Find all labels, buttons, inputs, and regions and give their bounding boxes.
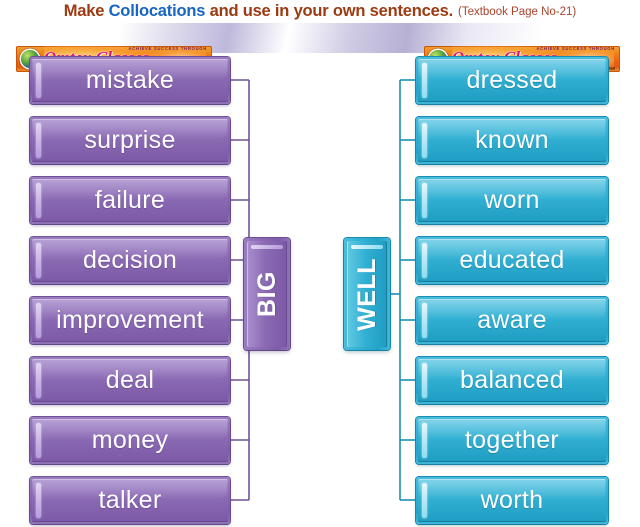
word-label: together	[464, 426, 560, 454]
left-highlight-bar	[422, 483, 427, 518]
word-box-well-known[interactable]: known	[416, 117, 608, 164]
word-box-well-worth[interactable]: worth	[416, 477, 608, 524]
word-label: deal	[105, 366, 155, 394]
left-highlight-bar	[422, 123, 427, 158]
left-highlight-bar	[36, 423, 41, 458]
right-connector-group	[390, 79, 416, 501]
page-title-segment-1: Make	[63, 1, 109, 20]
word-box-well-together[interactable]: together	[416, 417, 608, 464]
word-box-well-balanced[interactable]: balanced	[416, 357, 608, 404]
word-box-big-failure[interactable]: failure	[30, 177, 230, 224]
left-highlight-bar	[422, 63, 427, 98]
hub-label-well: WELL	[352, 257, 381, 331]
left-highlight-bar	[36, 183, 41, 218]
top-highlight-bar	[251, 245, 283, 249]
word-box-big-mistake[interactable]: mistake	[30, 57, 230, 104]
word-label: decision	[82, 246, 178, 274]
page-title-text: Make Collocations and use in your own se…	[64, 2, 453, 21]
word-label: talker	[98, 486, 162, 514]
page-title-keyword: Collocations	[108, 1, 206, 20]
left-highlight-bar	[36, 483, 41, 518]
textbook-page-note: (Textbook Page No-21)	[457, 6, 577, 18]
logo-band: ACHIEVE SUCCESS THROUGH Omtex Classes Si…	[0, 22, 640, 72]
page-title-segment-2: and use in your own sentences.	[205, 1, 454, 20]
left-highlight-bar	[36, 363, 41, 398]
word-label: worn	[484, 186, 540, 214]
left-highlight-bar	[422, 303, 427, 338]
left-highlight-bar	[36, 63, 41, 98]
word-label: aware	[477, 306, 547, 334]
word-box-big-deal[interactable]: deal	[30, 357, 230, 404]
word-box-well-aware[interactable]: aware	[416, 297, 608, 344]
word-box-big-improvement[interactable]: improvement	[30, 297, 230, 344]
word-label: money	[91, 426, 169, 454]
word-label: balanced	[460, 366, 564, 394]
hub-well[interactable]: WELL	[344, 238, 390, 350]
word-label: dressed	[466, 66, 558, 94]
left-highlight-bar	[422, 363, 427, 398]
hub-big[interactable]: BIG	[244, 238, 290, 350]
word-label: educated	[459, 246, 565, 274]
word-label: worth	[480, 486, 544, 514]
word-box-big-money[interactable]: money	[30, 417, 230, 464]
hub-label-big: BIG	[252, 271, 281, 317]
word-label: surprise	[84, 126, 176, 154]
left-highlight-bar	[36, 123, 41, 158]
collocation-diagram: mistake surprise failure decision improv…	[0, 54, 640, 527]
left-highlight-bar	[422, 243, 427, 278]
word-label: known	[475, 126, 549, 154]
word-box-big-decision[interactable]: decision	[30, 237, 230, 284]
word-box-big-talker[interactable]: talker	[30, 477, 230, 524]
left-highlight-bar	[36, 243, 41, 278]
word-box-well-worn[interactable]: worn	[416, 177, 608, 224]
left-highlight-bar	[422, 183, 427, 218]
word-box-big-surprise[interactable]: surprise	[30, 117, 230, 164]
top-highlight-bar	[351, 245, 383, 249]
left-highlight-bar	[422, 423, 427, 458]
word-box-well-educated[interactable]: educated	[416, 237, 608, 284]
word-label: mistake	[85, 66, 175, 94]
word-box-well-dressed[interactable]: dressed	[416, 57, 608, 104]
left-highlight-bar	[36, 303, 41, 338]
word-label: improvement	[56, 306, 204, 334]
word-label: failure	[94, 186, 166, 214]
page-title: Make Collocations and use in your own se…	[0, 0, 640, 22]
